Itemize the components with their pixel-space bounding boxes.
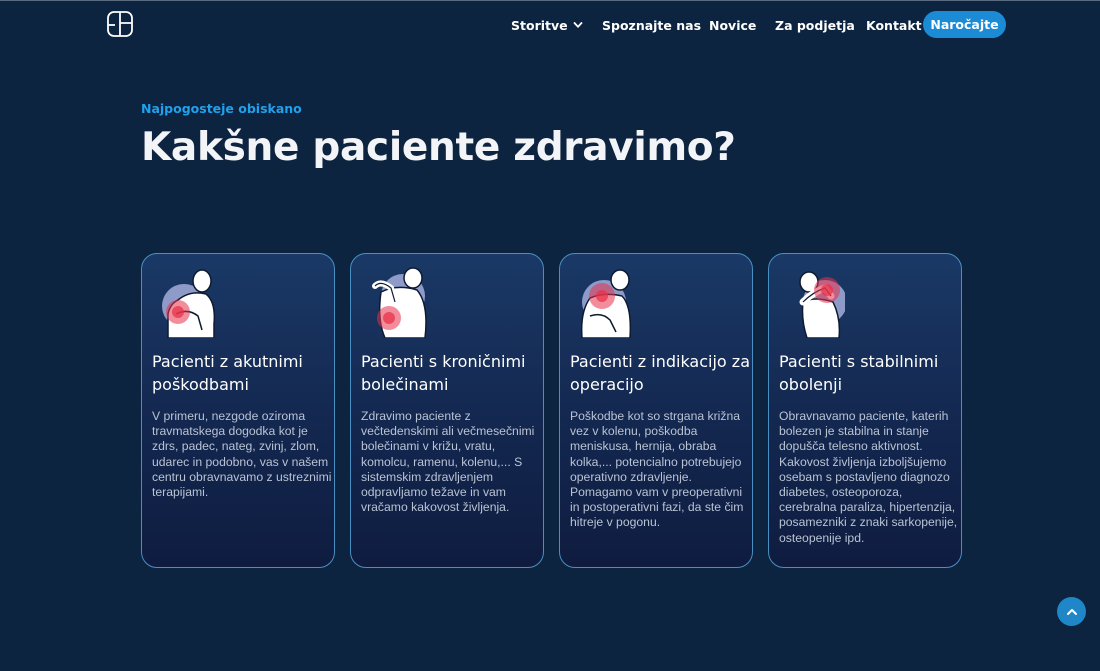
card-description: V primeru, nezgode oziroma travmatskega … (152, 409, 332, 500)
page-title: Kakšne paciente zdravimo? (141, 125, 736, 170)
nav-item-za-podjetja[interactable]: Za podjetja (775, 18, 866, 33)
nav-item-storitve[interactable]: Storitve (511, 18, 602, 33)
nav-item-label: Kontakt (866, 17, 922, 33)
patient-card-surgery-indication[interactable]: Pacienti z indikacijo za operacijo Poško… (559, 253, 753, 568)
back-pain-icon (372, 267, 427, 338)
section-eyebrow: Najpogosteje obiskano (141, 101, 302, 116)
scroll-to-top-button[interactable] (1057, 597, 1086, 626)
nav-item-label: Novice (709, 17, 757, 33)
main-nav: Storitve Spoznajte nas Novice Za podjetj… (511, 11, 923, 39)
card-description: Poškodbe kot so strgana križna vez v kol… (570, 409, 744, 530)
card-title: Pacienti z indikacijo za operacijo (570, 352, 750, 394)
card-title: Pacienti s stabilnimi obolenji (779, 352, 939, 394)
patient-card-acute-injuries[interactable]: Pacienti z akutnimi poškodbami V primeru… (141, 253, 335, 568)
patient-card-chronic-pain[interactable]: Pacienti s kroničnimi bolečinami Zdravim… (350, 253, 544, 568)
nav-item-label: Storitve (511, 17, 568, 33)
nav-item-label: Spoznajte nas (602, 17, 702, 33)
card-title: Pacienti z akutnimi poškodbami (152, 352, 303, 394)
book-appointment-button[interactable]: Naročajte (923, 11, 1006, 38)
neck-pain-icon (799, 271, 845, 338)
card-title: Pacienti s kroničnimi bolečinami (361, 352, 526, 394)
nav-item-novice[interactable]: Novice (709, 18, 775, 33)
chevron-down-icon (573, 22, 583, 28)
logo-icon[interactable] (106, 10, 136, 40)
nav-item-kontakt[interactable]: Kontakt (866, 18, 923, 33)
shoulder-injury-icon (162, 269, 216, 338)
patient-card-stable-conditions[interactable]: Pacienti s stabilnimi obolenji Obravnava… (768, 253, 962, 568)
nav-item-spoznajte-nas[interactable]: Spoznajte nas (602, 18, 709, 33)
card-description: Zdravimo paciente z večtedenskimi ali ve… (361, 409, 535, 515)
chevron-up-icon (1066, 608, 1077, 615)
shoulder-surgery-icon (580, 269, 632, 338)
card-description: Obravnavamo paciente, katerih bolezen je… (779, 409, 958, 545)
nav-item-label: Za podjetja (775, 17, 855, 33)
site-header: Storitve Spoznajte nas Novice Za podjetj… (0, 0, 1100, 48)
